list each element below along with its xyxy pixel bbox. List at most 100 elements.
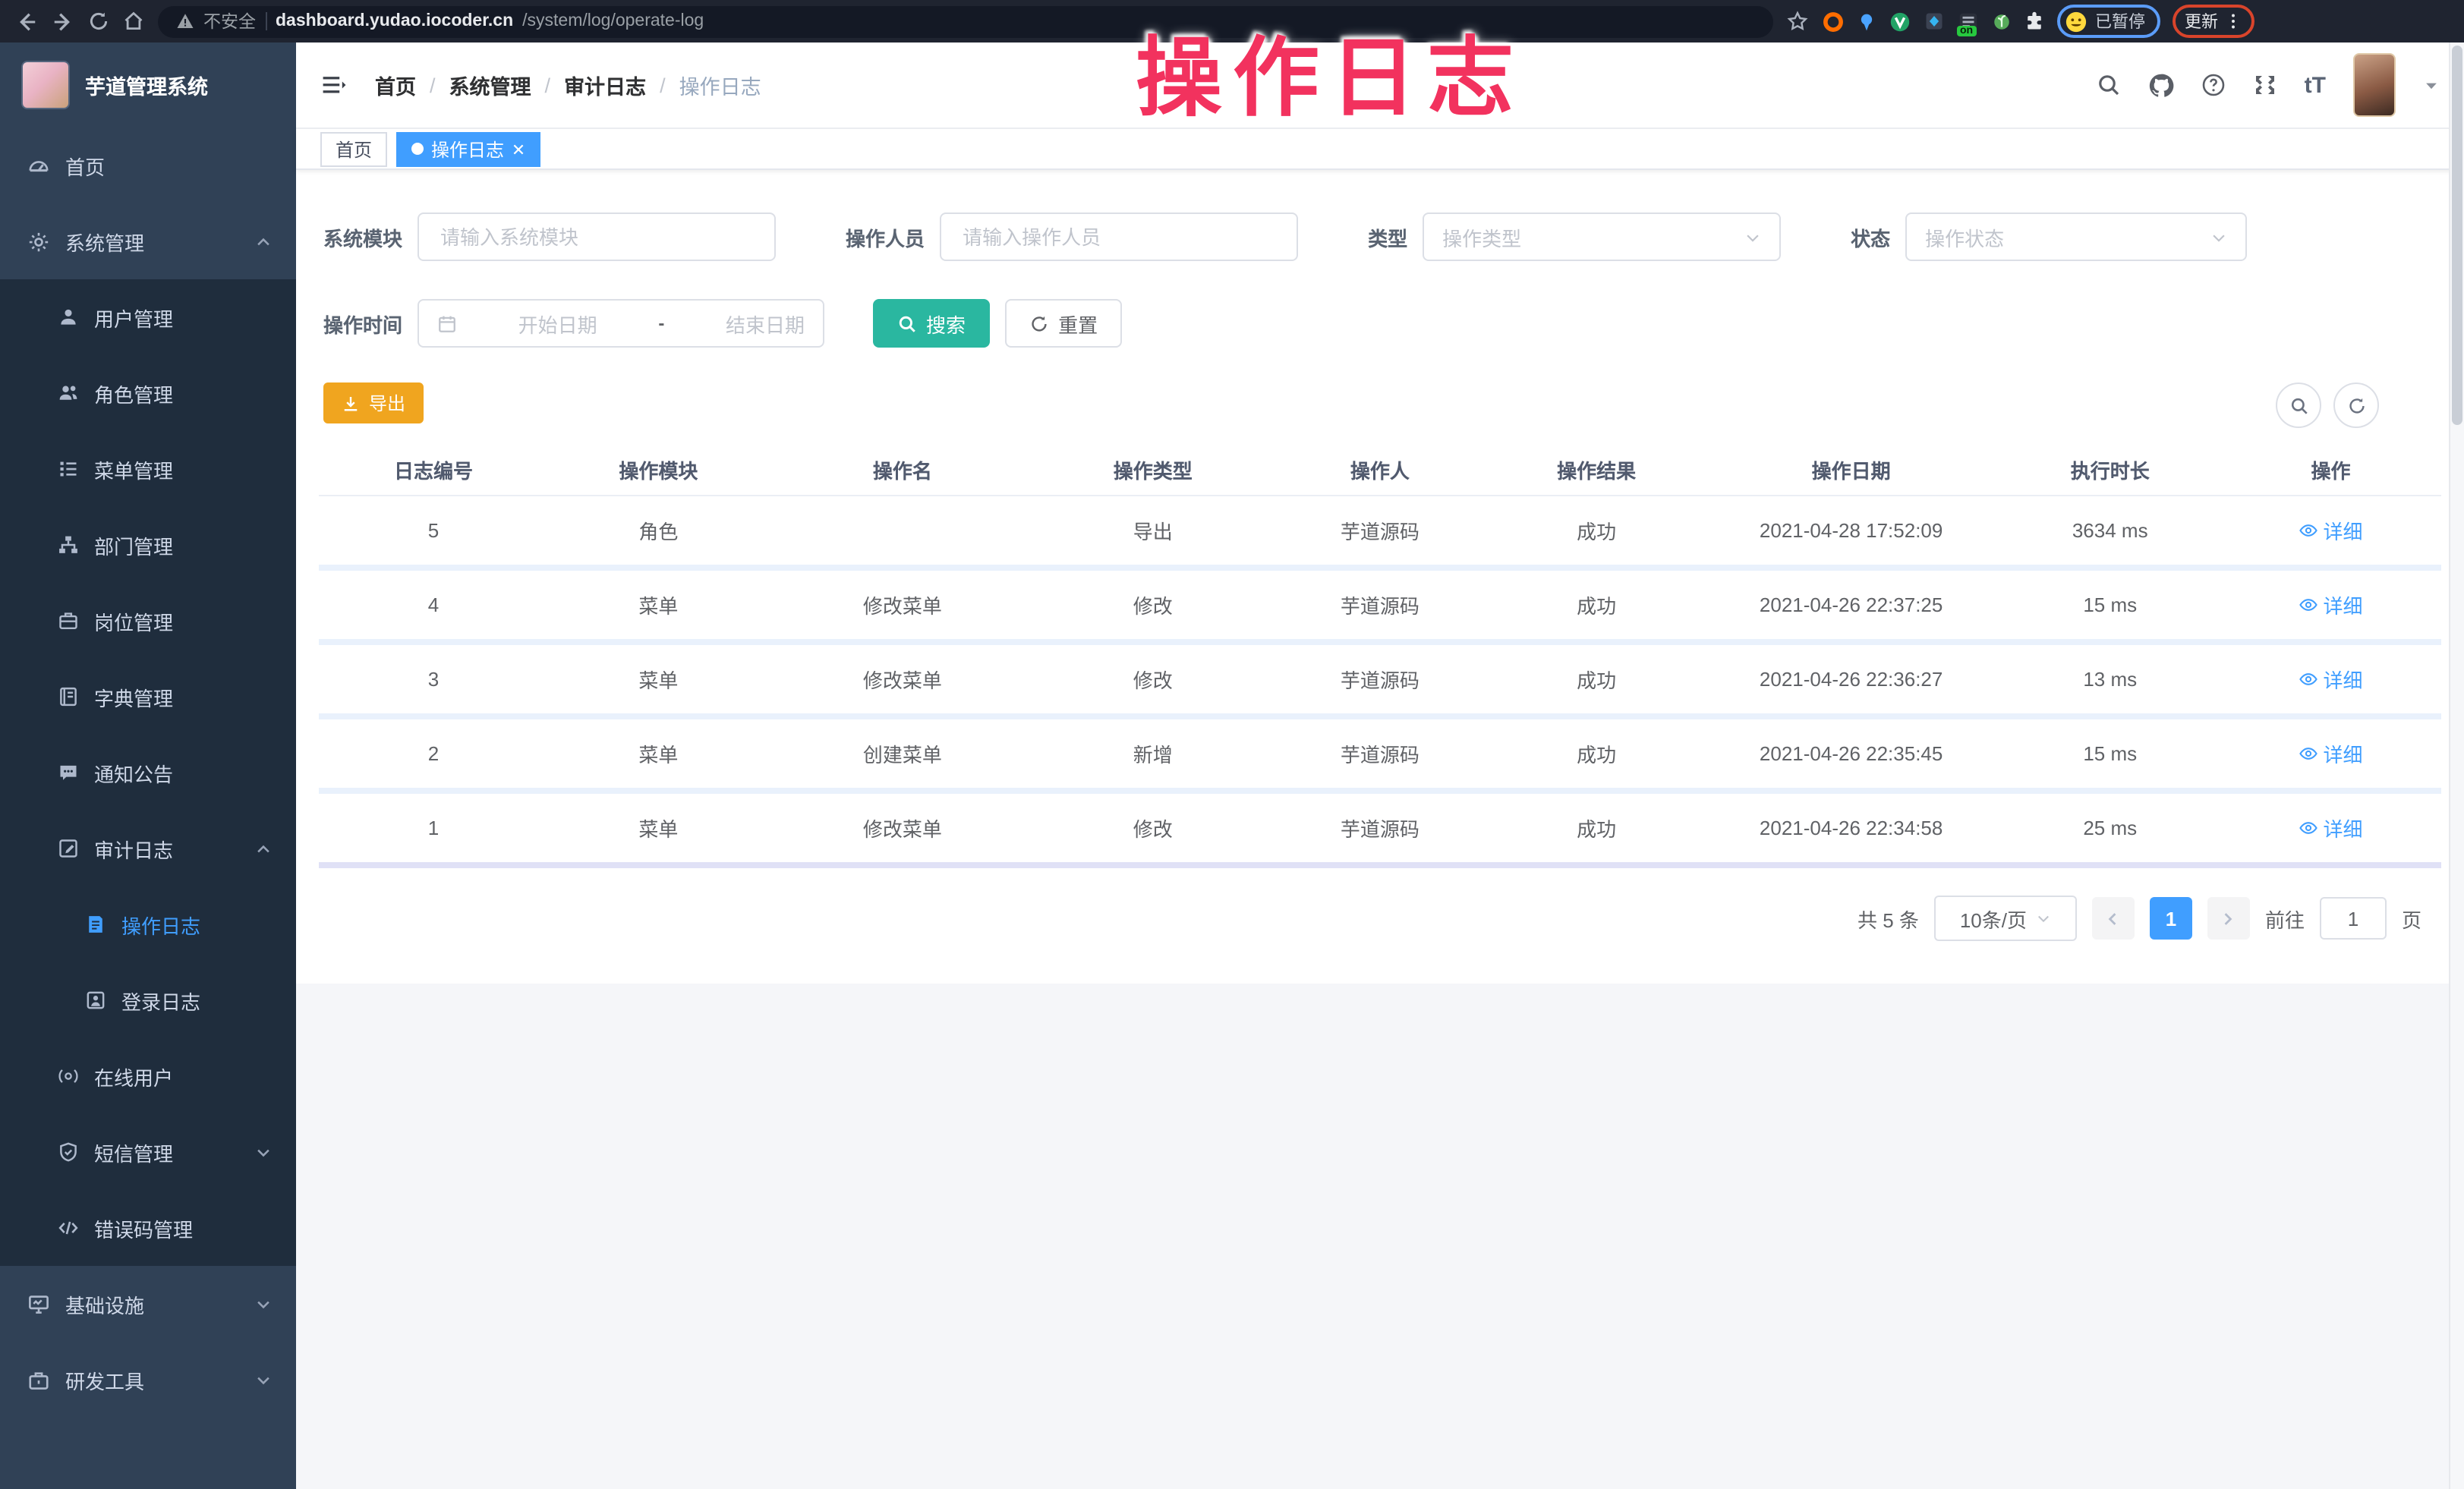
refresh-icon — [1029, 313, 1049, 333]
sidebar-item-login-log[interactable]: 登录日志 — [0, 962, 296, 1038]
sidebar-item-online-users[interactable]: 在线用户 — [0, 1038, 296, 1114]
breadcrumb-current: 操作日志 — [679, 70, 761, 100]
error-code-icon — [58, 1217, 79, 1239]
date-separator: - — [658, 313, 664, 334]
reset-button[interactable]: 重置 — [1005, 299, 1122, 348]
sidebar-collapse-icon[interactable] — [320, 71, 348, 99]
extension-orange-icon[interactable] — [1822, 10, 1845, 33]
status-select[interactable]: 操作状态 — [1905, 212, 2247, 261]
search-button[interactable]: 搜索 — [873, 299, 990, 348]
extension-on-badge: on — [1957, 25, 1976, 36]
extension-green-icon[interactable] — [1992, 11, 2012, 31]
extension-v-icon[interactable] — [1889, 10, 1911, 33]
sidebar-item-home[interactable]: 首页 — [0, 127, 296, 203]
sidebar-item-dict-mgmt[interactable]: 字典管理 — [0, 659, 296, 735]
refresh-table-icon[interactable] — [2333, 382, 2379, 428]
close-icon[interactable] — [512, 142, 525, 156]
sidebar-item-operate-log[interactable]: 操作日志 — [0, 886, 296, 962]
extension-gem-icon[interactable] — [1924, 11, 1945, 32]
github-icon[interactable] — [2148, 72, 2174, 98]
chrome-menu-icon[interactable] — [2224, 12, 2242, 30]
reload-icon[interactable] — [88, 11, 109, 32]
sidebar-item-sms-mgmt[interactable]: 短信管理 — [0, 1114, 296, 1190]
operate-log-icon — [85, 914, 106, 935]
address-bar[interactable]: 不安全 dashboard.yudao.iocoder.cn /system/l… — [158, 5, 1773, 37]
update-button[interactable]: 更新 — [2173, 5, 2254, 38]
tab-active-dot — [411, 143, 424, 155]
table-row: 4 菜单 修改菜单 修改 芋道源码 成功 2021-04-26 22:37:25… — [319, 571, 2441, 645]
sidebar-item-infra[interactable]: 基础设施 — [0, 1266, 296, 1342]
eye-icon — [2299, 744, 2319, 763]
detail-link[interactable]: 详细 — [2299, 739, 2363, 768]
table-row: 2 菜单 创建菜单 新增 芋道源码 成功 2021-04-26 22:35:45… — [319, 719, 2441, 794]
search-icon[interactable] — [2097, 73, 2121, 97]
update-label: 更新 — [2185, 9, 2218, 33]
tab-operate-log[interactable]: 操作日志 — [396, 131, 540, 166]
toolbar-row: 导出 — [323, 382, 424, 423]
table-header-row: 日志编号 操作模块 操作名 操作类型 操作人 操作结果 操作日期 执行时长 操作 — [319, 443, 2441, 496]
sidebar-item-post-mgmt[interactable]: 岗位管理 — [0, 583, 296, 659]
sidebar-item-dept-mgmt[interactable]: 部门管理 — [0, 507, 296, 583]
breadcrumb-home[interactable]: 首页 — [375, 70, 416, 100]
sidebar-item-user-mgmt[interactable]: 用户管理 — [0, 279, 296, 355]
tab-home[interactable]: 首页 — [320, 131, 387, 166]
font-size-icon[interactable]: tT — [2305, 72, 2326, 98]
scrollbar-thumb[interactable] — [2452, 46, 2462, 425]
eye-icon — [2299, 818, 2319, 838]
next-page-button[interactable] — [2207, 897, 2250, 940]
sidebar-item-system[interactable]: 系统管理 — [0, 203, 296, 279]
detail-link[interactable]: 详细 — [2299, 590, 2363, 619]
page-scrollbar[interactable] — [2449, 42, 2464, 1489]
chevron-down-icon[interactable] — [2423, 77, 2440, 93]
page-unit-label: 页 — [2402, 904, 2421, 933]
filter-row-1: 系统模块 操作人员 类型 操作类型 状态 操作状态 — [323, 212, 2247, 261]
pagination: 共 5 条 10条/页 1 前往 页 — [1857, 896, 2421, 941]
extension-paused-badge[interactable]: 已暂停 — [2057, 5, 2160, 38]
home-icon[interactable] — [123, 11, 144, 32]
forward-icon[interactable] — [52, 10, 74, 33]
detail-link[interactable]: 详细 — [2299, 516, 2363, 545]
breadcrumb-system[interactable]: 系统管理 — [449, 70, 531, 100]
help-icon[interactable] — [2201, 73, 2226, 97]
table-row: 3 菜单 修改菜单 修改 芋道源码 成功 2021-04-26 22:36:27… — [319, 645, 2441, 719]
detail-link[interactable]: 详细 — [2299, 814, 2363, 842]
prev-page-button[interactable] — [2092, 897, 2135, 940]
annotation-overlay-text: 操作日志 — [1136, 9, 1524, 134]
extensions-puzzle-icon[interactable] — [2024, 11, 2045, 32]
table-tools — [2276, 382, 2379, 428]
page-number-current[interactable]: 1 — [2150, 897, 2192, 940]
chevron-down-icon — [2036, 911, 2051, 926]
sidebar-item-notice[interactable]: 通知公告 — [0, 735, 296, 811]
sidebar-item-dev-tools[interactable]: 研发工具 — [0, 1342, 296, 1418]
date-end-placeholder: 结束日期 — [726, 309, 805, 338]
extension-pin-icon[interactable] — [1857, 11, 1876, 31]
breadcrumb-audit[interactable]: 审计日志 — [564, 70, 646, 100]
extension-dark-on-icon[interactable]: on — [1957, 10, 1980, 33]
sidebar-item-menu-mgmt[interactable]: 菜单管理 — [0, 431, 296, 507]
logo-image — [21, 61, 70, 109]
detail-link[interactable]: 详细 — [2299, 665, 2363, 694]
toggle-search-icon[interactable] — [2276, 382, 2321, 428]
login-log-icon — [85, 990, 106, 1011]
url-host: dashboard.yudao.iocoder.cn — [276, 12, 513, 30]
chevron-down-icon — [255, 1371, 272, 1388]
module-input[interactable] — [417, 212, 776, 261]
bookmark-star-icon[interactable] — [1787, 11, 1808, 32]
operator-input[interactable] — [940, 212, 1298, 261]
export-button[interactable]: 导出 — [323, 382, 424, 423]
avatar[interactable] — [2353, 53, 2396, 117]
dashboard-icon — [27, 154, 50, 177]
filter-status-label: 状态 — [1851, 222, 1890, 251]
goto-page-input[interactable] — [2320, 897, 2387, 940]
sidebar-item-error-code[interactable]: 错误码管理 — [0, 1190, 296, 1266]
url-path: /system/log/operate-log — [522, 12, 704, 30]
sidebar-item-audit-log[interactable]: 审计日志 — [0, 811, 296, 886]
type-select[interactable]: 操作类型 — [1423, 212, 1781, 261]
page-size-select[interactable]: 10条/页 — [1934, 896, 2077, 941]
fullscreen-icon[interactable] — [2253, 73, 2277, 97]
date-range-input[interactable]: 开始日期 - 结束日期 — [417, 299, 824, 348]
main-content: 系统模块 操作人员 类型 操作类型 状态 操作状态 操作时间 开始日期 — [296, 170, 2464, 984]
sidebar-item-role-mgmt[interactable]: 角色管理 — [0, 355, 296, 431]
download-icon — [342, 394, 360, 412]
back-icon[interactable] — [15, 10, 38, 33]
